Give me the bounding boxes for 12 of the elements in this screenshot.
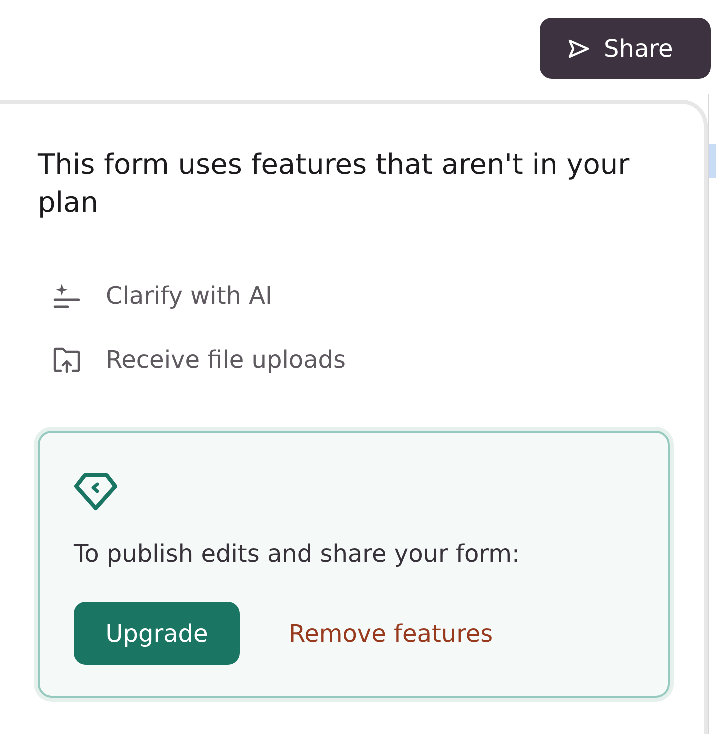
share-button[interactable]: Share [540,18,711,79]
send-icon [568,38,590,58]
popover-title: This form uses features that aren't in your plan [38,147,631,221]
upgrade-message: To publish edits and share your form: [74,539,522,570]
feature-label: Receive file uploads [106,346,346,374]
feature-label: Clarify with AI [106,282,273,310]
folder-upload-icon [53,347,81,373]
gem-icon [74,473,118,511]
upgrade-button[interactable]: Upgrade [74,602,240,665]
remove-features-link[interactable]: Remove features [289,620,494,648]
sparkle-lines-icon [53,283,81,309]
row-highlight [709,144,716,178]
